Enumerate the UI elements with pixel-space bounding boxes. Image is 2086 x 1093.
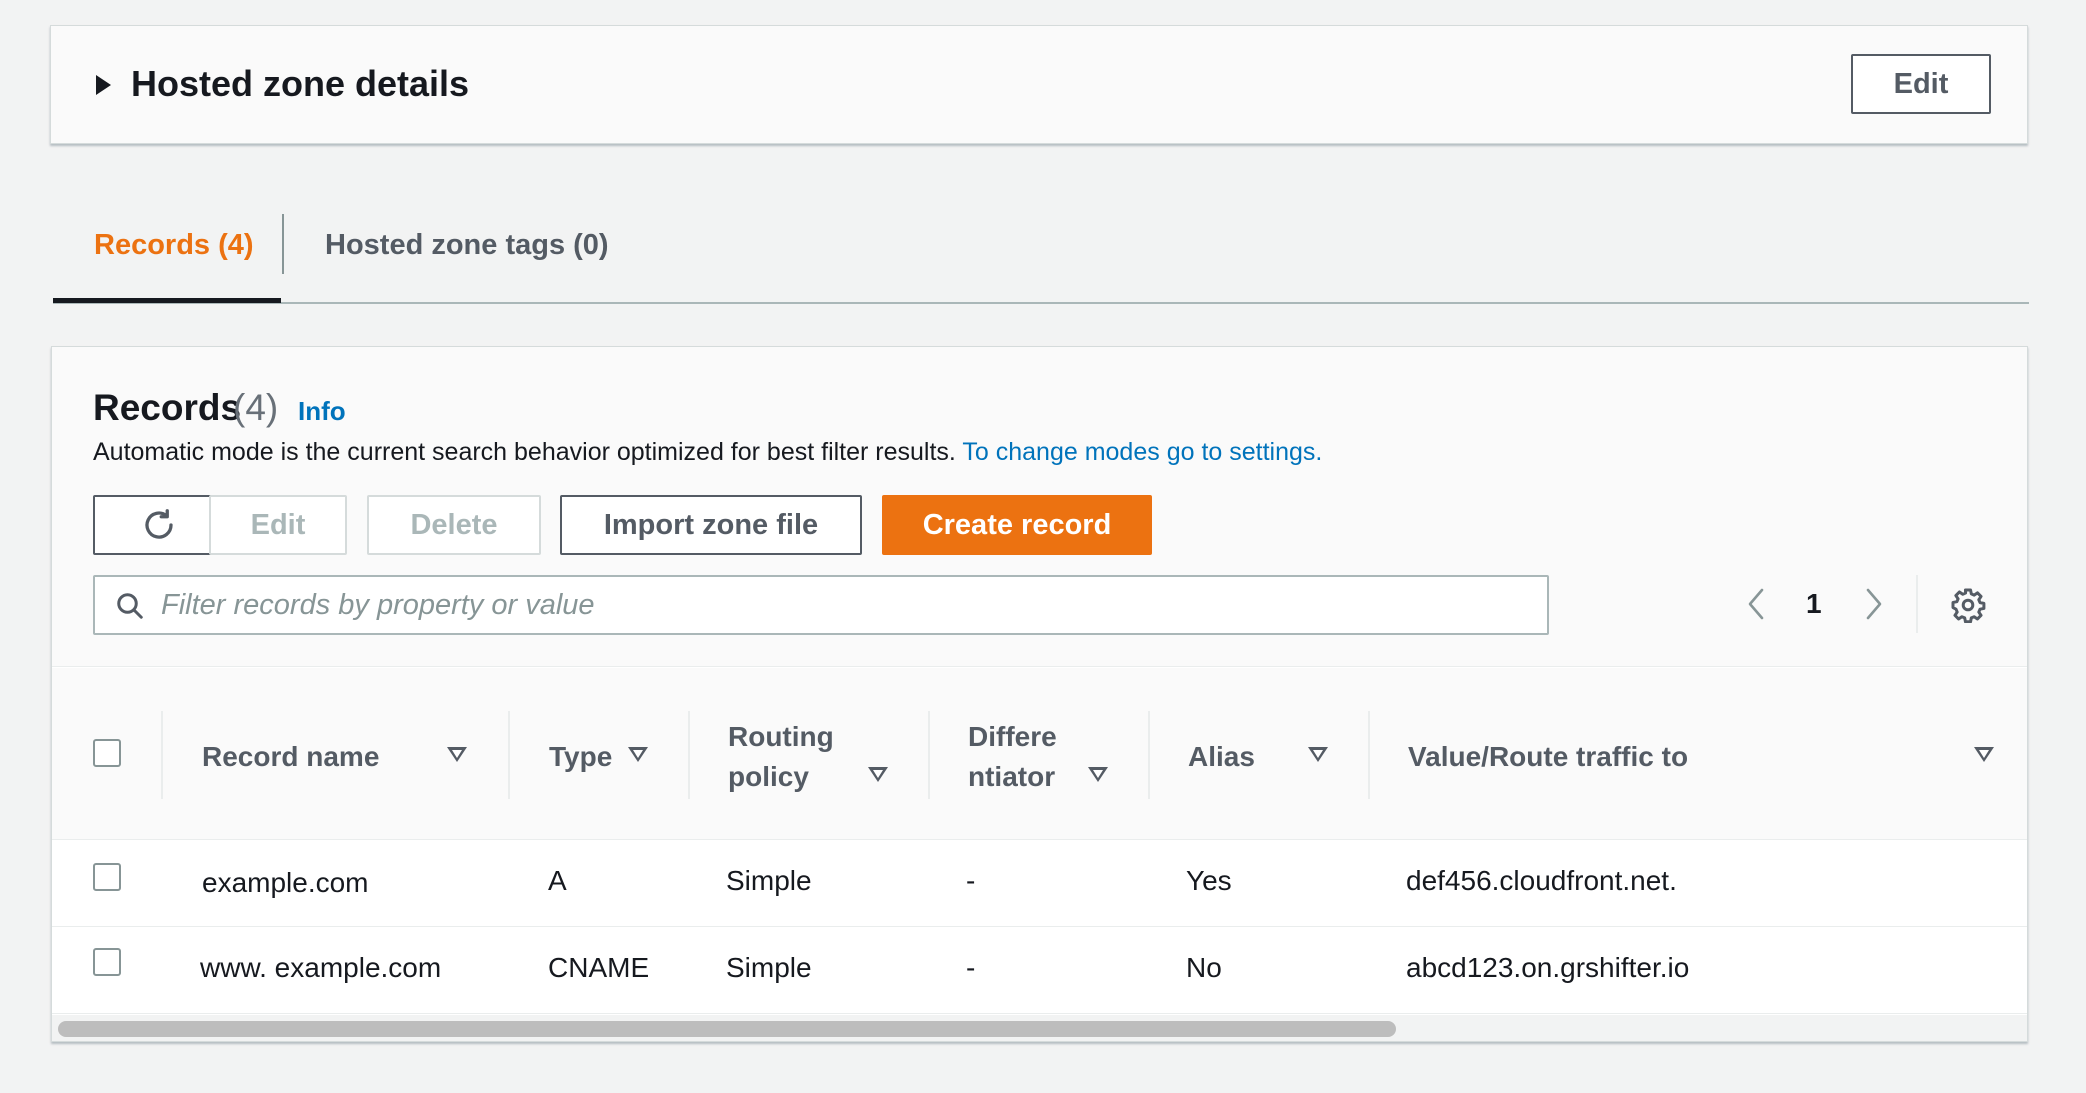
routing-header-line1: Routing: [728, 721, 834, 752]
pager-separator: [1916, 575, 1918, 633]
tabs-baseline: [53, 302, 2029, 304]
column-separator: [688, 711, 690, 799]
cell-differentiator: -: [966, 952, 976, 983]
current-page[interactable]: 1: [1806, 587, 1822, 621]
column-header-routing-policy[interactable]: Routing policy: [728, 717, 834, 797]
cell-record-name: www. example.com: [200, 952, 442, 983]
cell-value: abcd123.on.grshifter.io: [1406, 952, 1690, 983]
row-checkbox[interactable]: [93, 863, 121, 891]
tab-separator: [282, 214, 284, 274]
active-tab-indicator: [53, 298, 281, 303]
chevron-left-icon[interactable]: [1744, 587, 1768, 621]
column-separator: [1148, 711, 1150, 799]
cell-alias: No: [1186, 952, 1222, 983]
cell-value: def456.cloudfront.net.: [1406, 865, 1677, 896]
row-checkbox[interactable]: [93, 948, 121, 976]
hosted-zone-details-panel: Hosted zone details Edit: [50, 25, 2028, 144]
caret-right-icon[interactable]: [96, 75, 111, 95]
cell-type: A: [548, 865, 567, 896]
records-search[interactable]: [93, 575, 1549, 635]
hosted-zone-details-title[interactable]: Hosted zone details: [131, 62, 469, 106]
routing-header-line2: policy: [728, 761, 809, 792]
hosted-zone-edit-button[interactable]: Edit: [1851, 54, 1991, 114]
info-link[interactable]: Info: [298, 395, 346, 427]
column-header-record-name[interactable]: Record name: [202, 737, 379, 777]
column-separator: [161, 711, 163, 799]
records-count: (4): [233, 387, 279, 428]
tab-hosted-zone-tags[interactable]: Hosted zone tags (0): [325, 225, 609, 265]
cell-routing-policy: Simple: [726, 952, 812, 983]
column-separator: [1368, 711, 1370, 799]
tab-records[interactable]: Records (4): [94, 225, 254, 265]
cell-type: CNAME: [548, 952, 650, 983]
edit-button[interactable]: Edit: [209, 495, 347, 555]
column-header-type[interactable]: Type: [549, 737, 612, 777]
search-mode-description: Automatic mode is the current search beh…: [93, 435, 1322, 469]
refresh-icon: [145, 509, 173, 539]
table-row[interactable]: example.com A Simple - Yes def456.cloudf…: [52, 841, 2027, 927]
records-title: Records: [93, 387, 242, 428]
horizontal-scrollbar-thumb[interactable]: [58, 1021, 1396, 1037]
settings-link[interactable]: To change modes go to settings.: [962, 438, 1322, 466]
column-header-value[interactable]: Value/Route traffic to: [1408, 737, 1688, 777]
search-input[interactable]: [161, 577, 1541, 633]
gear-icon[interactable]: [1950, 587, 1986, 623]
search-icon: [117, 593, 143, 619]
select-all-checkbox[interactable]: [93, 739, 121, 767]
column-separator: [508, 711, 510, 799]
refresh-button[interactable]: [93, 495, 225, 555]
column-header-alias[interactable]: Alias: [1188, 737, 1255, 777]
column-separator: [928, 711, 930, 799]
cell-differentiator: -: [966, 865, 976, 896]
cell-record-name: example.com: [202, 867, 369, 898]
create-record-button[interactable]: Create record: [882, 495, 1152, 555]
chevron-right-icon[interactable]: [1862, 587, 1886, 621]
cell-alias: Yes: [1186, 865, 1232, 896]
records-panel: Records (4) Info Automatic mode is the c…: [51, 346, 2028, 1042]
differentiator-header-line1: Differe: [968, 721, 1057, 752]
import-zone-file-button[interactable]: Import zone file: [560, 495, 862, 555]
column-header-differentiator[interactable]: Differe ntiator: [968, 717, 1057, 797]
delete-button[interactable]: Delete: [367, 495, 541, 555]
description-text: Automatic mode is the current search beh…: [93, 438, 956, 466]
differentiator-header-line2: ntiator: [968, 761, 1056, 792]
cell-routing-policy: Simple: [726, 865, 812, 896]
table-row[interactable]: www. example.com CNAME Simple - No abcd1…: [52, 928, 2027, 1014]
